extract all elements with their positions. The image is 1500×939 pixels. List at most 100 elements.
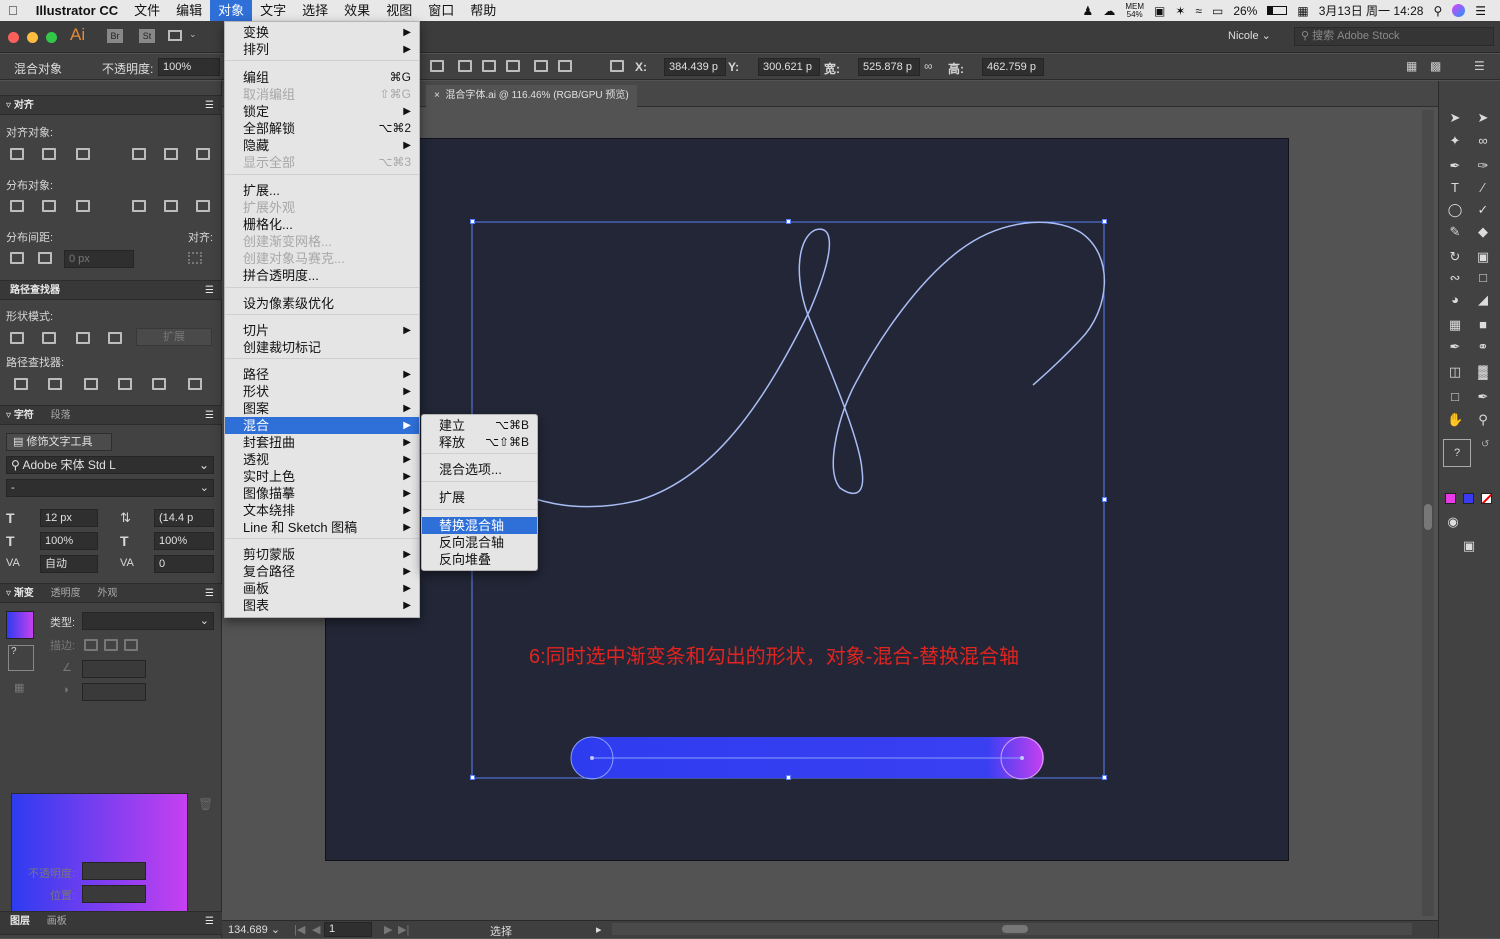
width-tool-icon[interactable]: ∾ xyxy=(1447,271,1463,285)
color-mode-icon[interactable] xyxy=(1445,493,1456,504)
object-menu-item[interactable]: 拼合透明度... xyxy=(225,267,419,284)
type-tool-icon[interactable]: T xyxy=(1447,181,1463,195)
draw-mode-icon[interactable]: ◉ xyxy=(1445,515,1461,529)
eyedropper-tool-icon[interactable]: ✒ xyxy=(1447,340,1463,354)
scale-tool-icon[interactable]: ▣ xyxy=(1475,250,1491,264)
shaper-tool-icon[interactable]: ✎ xyxy=(1447,225,1463,239)
selection-handle-top-center[interactable] xyxy=(786,219,791,224)
zoom-tool-icon[interactable]: ⚲ xyxy=(1475,413,1491,427)
object-menu-item[interactable]: 复合路径 ▶ xyxy=(225,563,419,580)
line-tool-icon[interactable]: ⁄ xyxy=(1475,181,1491,195)
status-menu-arrow-icon[interactable]: ▸ xyxy=(596,923,602,936)
selection-handle-bottom-right[interactable] xyxy=(1102,775,1107,780)
menu-separator xyxy=(225,287,419,288)
bar-spine-anchor-left[interactable] xyxy=(590,756,594,760)
ellipse-tool-icon[interactable]: ◯ xyxy=(1447,203,1463,217)
zoom-level-select[interactable]: 134.689 ⌄ xyxy=(228,923,280,936)
object-menu-item[interactable]: 锁定 ▶ xyxy=(225,103,419,120)
selection-handle-bottom-center[interactable] xyxy=(786,775,791,780)
object-menu-item[interactable]: 图表 ▶ xyxy=(225,597,419,614)
object-menu-item[interactable]: 编组 ⌘G xyxy=(225,69,419,86)
vertical-scrollbar[interactable] xyxy=(1422,110,1434,916)
blend-submenu-item[interactable]: 混合选项... xyxy=(422,461,537,478)
artboard-number-field[interactable]: 1 xyxy=(324,922,372,937)
horizontal-scrollbar[interactable] xyxy=(612,923,1412,935)
selection-handle-top-right[interactable] xyxy=(1102,219,1107,224)
blend-submenu-item[interactable]: 替换混合轴 xyxy=(422,517,537,534)
selection-handle-middle-right[interactable] xyxy=(1102,497,1107,502)
horizontal-scrollbar-thumb[interactable] xyxy=(1002,925,1028,933)
object-menu-item[interactable]: 创建裁切标记 xyxy=(225,339,419,356)
free-transform-tool-icon[interactable]: □ xyxy=(1475,271,1491,285)
object-menu-item[interactable]: 排列 ▶ xyxy=(225,41,419,58)
shape-builder-tool-icon[interactable]: ◕ xyxy=(1447,293,1463,307)
rotate-tool-icon[interactable]: ↻ xyxy=(1447,250,1463,264)
object-menu-item[interactable]: 扩展... xyxy=(225,182,419,199)
object-menu-item[interactable]: 实时上色 ▶ xyxy=(225,468,419,485)
perspective-grid-tool-icon[interactable]: ◢ xyxy=(1475,293,1491,307)
blend-tool-icon[interactable]: ⚭ xyxy=(1475,340,1491,354)
object-menu-item[interactable]: 栅格化... xyxy=(225,216,419,233)
gradient-mode-icon[interactable] xyxy=(1463,493,1474,504)
mesh-tool-icon[interactable]: ▦ xyxy=(1447,318,1463,332)
none-mode-icon[interactable] xyxy=(1481,493,1492,504)
curvature-tool-icon[interactable]: ✑ xyxy=(1475,159,1491,173)
bar-spine-anchor-right[interactable] xyxy=(1020,756,1024,760)
object-menu-item[interactable]: 路径 ▶ xyxy=(225,366,419,383)
selection-handle-bottom-left[interactable] xyxy=(470,775,475,780)
menu-item-label: 取消编组 xyxy=(243,87,296,102)
submenu-arrow-icon: ▶ xyxy=(403,454,411,465)
direct-selection-tool-icon[interactable]: ➤ xyxy=(1475,111,1491,125)
blend-submenu-item[interactable]: 扩展 xyxy=(422,489,537,506)
pen-tool-icon[interactable]: ✒ xyxy=(1447,159,1463,173)
slice-tool-icon[interactable]: ✒ xyxy=(1475,390,1491,404)
selection-handle-top-left[interactable] xyxy=(470,219,475,224)
object-menu-item[interactable]: 设为像素级优化 xyxy=(225,295,419,312)
object-menu-item[interactable]: 剪切蒙版 ▶ xyxy=(225,546,419,563)
blend-submenu-item[interactable]: 建立 ⌥⌘B xyxy=(422,417,537,434)
blend-submenu-item[interactable]: 反向堆叠 xyxy=(422,551,537,568)
object-menu-item[interactable]: 全部解锁 ⌥⌘2 xyxy=(225,120,419,137)
object-menu-item[interactable]: 封套扭曲 ▶ xyxy=(225,434,419,451)
first-artboard-icon[interactable]: |◀ xyxy=(294,923,305,936)
object-menu-item[interactable]: 文本绕排 ▶ xyxy=(225,502,419,519)
object-menu-item[interactable]: 变换 ▶ xyxy=(225,24,419,41)
blend-spine-curve[interactable] xyxy=(469,221,1106,508)
object-menu-item[interactable]: 隐藏 ▶ xyxy=(225,137,419,154)
menu-separator xyxy=(422,509,537,510)
fill-stroke-icon[interactable]: ? xyxy=(1443,439,1471,467)
eraser-tool-icon[interactable]: ◆ xyxy=(1475,225,1491,239)
blend-submenu-item[interactable]: 反向混合轴 xyxy=(422,534,537,551)
gradient-tool-icon[interactable]: ■ xyxy=(1475,318,1491,332)
object-menu-item[interactable]: 形状 ▶ xyxy=(225,383,419,400)
current-tool-status[interactable]: 选择 xyxy=(490,923,512,939)
next-artboard-icon[interactable]: ▶ xyxy=(384,923,392,936)
object-menu-item[interactable]: 透视 ▶ xyxy=(225,451,419,468)
hand-tool-icon[interactable]: ✋ xyxy=(1447,413,1463,427)
column-graph-tool-icon[interactable]: ▓ xyxy=(1475,365,1491,379)
swap-fill-stroke-icon[interactable]: ↺ xyxy=(1481,439,1489,450)
menu-item-shortcut: ⇧⌘G xyxy=(379,87,411,101)
object-menu-item[interactable]: 画板 ▶ xyxy=(225,580,419,597)
submenu-arrow-icon: ▶ xyxy=(403,488,411,499)
menu-item-shortcut: ⌥⇧⌘B xyxy=(485,435,529,449)
object-menu-item[interactable]: 图案 ▶ xyxy=(225,400,419,417)
magic-wand-tool-icon[interactable]: ✦ xyxy=(1447,134,1463,148)
last-artboard-icon[interactable]: ▶| xyxy=(398,923,409,936)
object-menu-item[interactable]: 图像描摹 ▶ xyxy=(225,485,419,502)
paintbrush-tool-icon[interactable]: ✓ xyxy=(1475,203,1491,217)
object-menu-item[interactable]: 切片 ▶ xyxy=(225,322,419,339)
vertical-scrollbar-thumb[interactable] xyxy=(1424,504,1432,530)
selection-bounding-box[interactable] xyxy=(471,221,1105,779)
lasso-tool-icon[interactable]: ∞ xyxy=(1475,134,1491,148)
blend-submenu-item[interactable]: 释放 ⌥⇧⌘B xyxy=(422,434,537,451)
submenu-arrow-icon: ▶ xyxy=(403,325,411,336)
object-menu-item[interactable]: Line 和 Sketch 图稿 ▶ xyxy=(225,519,419,536)
symbol-sprayer-tool-icon[interactable]: ◫ xyxy=(1447,365,1463,379)
object-menu-item[interactable]: 混合 ▶ xyxy=(225,417,419,434)
selection-tool-icon[interactable]: ➤ xyxy=(1447,111,1463,125)
previous-artboard-icon[interactable]: ◀ xyxy=(312,923,320,936)
menu-item-label: 图表 xyxy=(243,598,270,613)
screen-mode-icon[interactable]: ▣ xyxy=(1461,539,1477,553)
artboard-tool-icon[interactable]: □ xyxy=(1447,390,1463,404)
